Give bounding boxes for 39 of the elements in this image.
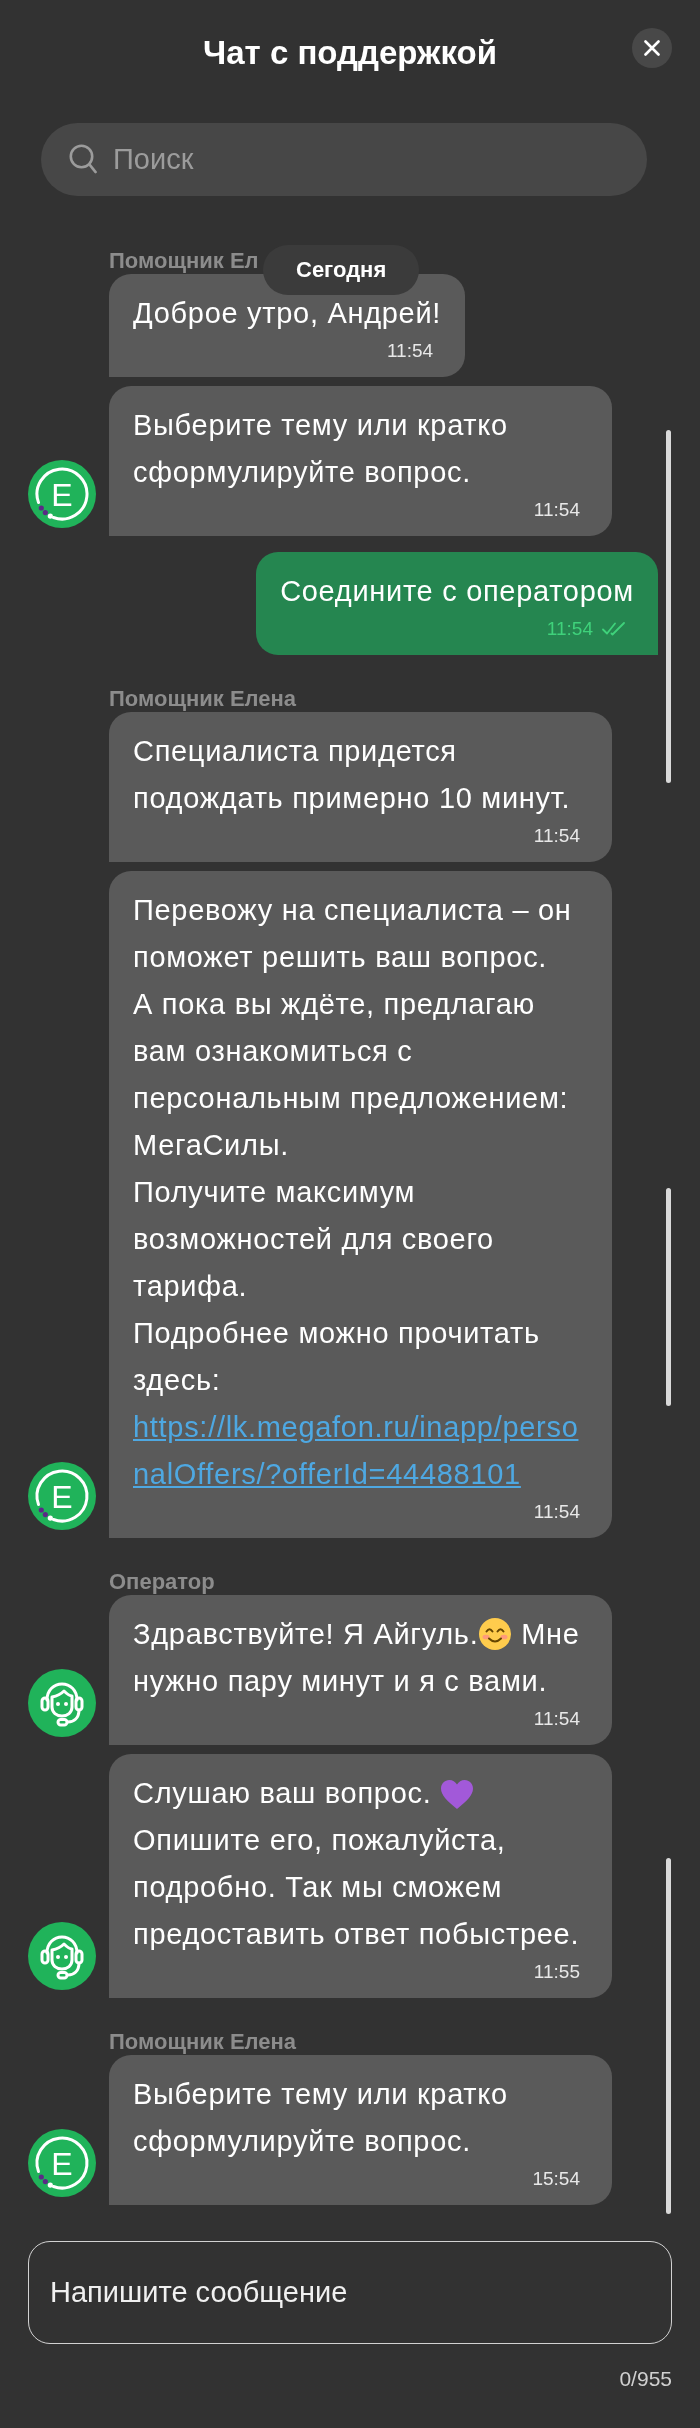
- message-text: Перевожу на специалиста – он поможет решить ваш вопрос. А пока вы ждёте, предлагаю вам ознакомиться с персональным предложением: МегаСилы. Получите максимум возможностей для своего тарифа. Подробнее можно прочитать здесь: https://lk.megafon.ru/inapp/personalOffers/?offerId=44488101: [133, 887, 588, 1498]
- date-badge: Сегодня: [263, 245, 420, 295]
- message-link[interactable]: https://lk.megafon.ru/inapp/personalOffers/?offerId=44488101: [133, 1404, 588, 1498]
- bot-avatar: Е: [28, 460, 96, 528]
- message-text: Здравствуйте! Я Айгуль. Мне нужно пару минут и я с вами.: [133, 1617, 581, 1699]
- bot-avatar: Е: [28, 1462, 96, 1530]
- message-time: 15:54: [532, 2167, 580, 2191]
- message-text: Выберите тему или кратко сформулируйте вопрос.: [133, 408, 509, 490]
- message-input[interactable]: Напишите сообщение: [28, 2241, 672, 2344]
- scrollbar-thumb[interactable]: [666, 1188, 671, 1406]
- message-time: 11:55: [533, 1960, 580, 1984]
- message-time: 11:54: [533, 1707, 580, 1731]
- character-counter: 0/955: [619, 2366, 672, 2392]
- message-time: 11:54: [546, 617, 593, 641]
- agent-avatar-icon: [28, 1922, 96, 1990]
- message-time: 11:54: [533, 498, 580, 522]
- bot-avatar: Е: [28, 2129, 96, 2197]
- author-name: Оператор: [109, 1569, 215, 1595]
- message-time: 11:54: [533, 1500, 580, 1524]
- message-text: Специалиста придется подождать примерно 10 минут.: [133, 734, 572, 816]
- close-icon: [644, 40, 660, 56]
- scrollbar-thumb[interactable]: [666, 430, 671, 783]
- message-time: 11:54: [533, 824, 580, 848]
- close-button[interactable]: [632, 28, 672, 68]
- author-name: Помощник Елена: [109, 2029, 296, 2055]
- author-name: Помощник Елена: [109, 686, 296, 712]
- message-text: Соедините с оператором: [280, 574, 634, 609]
- message-text: Доброе утро, Андрей!: [133, 296, 442, 331]
- search-field[interactable]: Поиск: [41, 123, 647, 196]
- message-text: Слушаю ваш вопрос. Опишите его, пожалуйста, подробно. Так мы сможем предоставить ответ побыстрее.: [133, 1776, 581, 1952]
- scrollbar-thumb[interactable]: [666, 1858, 671, 2214]
- author-name: Помощник Ел: [109, 248, 259, 274]
- chat-title: Чат с поддержкой: [203, 33, 497, 73]
- message-text: Выберите тему или кратко сформулируйте вопрос.: [133, 2077, 509, 2159]
- agent-avatar-icon: [28, 1669, 96, 1737]
- search-icon: [69, 144, 97, 174]
- heart-icon: [441, 1780, 474, 1809]
- smiling-face-icon: [479, 1618, 512, 1650]
- message-time: 11:54: [386, 339, 434, 363]
